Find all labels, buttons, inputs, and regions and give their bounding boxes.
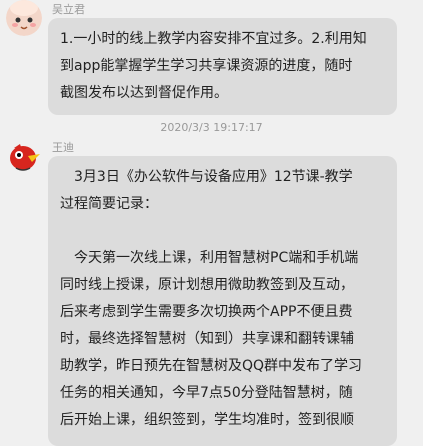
message-timestamp: 2020/3/3 19:17:17: [160, 121, 263, 134]
message-line: 到app能掌握学生学习共享课资源的进度，随时: [60, 58, 353, 74]
red-bird-avatar-icon: [6, 138, 42, 174]
sender-name: 吴立君: [52, 3, 85, 16]
cartoon-face-avatar-icon: [6, 0, 42, 36]
message-bubble[interactable]: 1.一小时的线上教学内容安排不宜过多。2.利用知 到app能掌握学生学习共享课资…: [48, 18, 397, 115]
avatar[interactable]: [6, 0, 42, 36]
message-line: 后来考虑到学生需要多次切换两个APP不便且费: [60, 304, 353, 320]
message-line: 过程简要记录：: [60, 196, 158, 212]
message-line: 助教学，昨日预先在智慧树及QQ群中发布了学习: [60, 358, 363, 374]
sender-name: 王迪: [52, 141, 74, 154]
message-line: 截图发布以达到督促作用。: [60, 85, 228, 101]
message-line: 时，最终选择智慧树（知到）共享课和翻转课辅: [60, 331, 354, 347]
message-line: 今天第一次线上课，利用智慧树PC端和手机端: [60, 250, 359, 266]
message-line: 1.一小时的线上教学内容安排不宜过多。2.利用知: [60, 31, 367, 47]
message-bubble[interactable]: 3月3日《办公软件与设备应用》12节课-教学 过程简要记录： 今天第一次线上课，…: [48, 156, 397, 446]
message-line: 任务的相关通知，今早7点50分登陆智慧树，随: [60, 385, 353, 401]
avatar[interactable]: [6, 138, 42, 174]
message-line: [60, 218, 385, 245]
message-line: 同时线上授课，原计划想用微助教签到及互动，: [60, 277, 354, 293]
message-line: 3月3日《办公软件与设备应用》12节课-教学: [60, 169, 353, 185]
